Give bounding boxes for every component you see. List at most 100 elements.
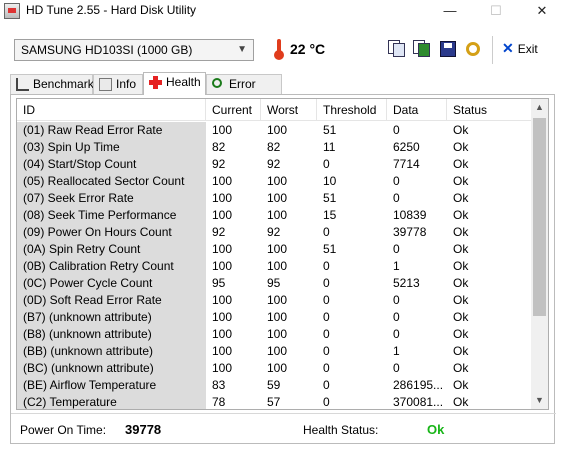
minimize-button[interactable]: — (427, 0, 473, 22)
cell-current: 100 (212, 327, 233, 341)
title-bar: HD Tune 2.55 - Hard Disk Utility — ☐ ✕ (0, 0, 565, 22)
options-icon[interactable] (464, 39, 484, 59)
table-row[interactable]: (09) Power On Hours Count 92 92 0 39778 Ok (17, 224, 533, 241)
column-header-current[interactable]: Current (206, 99, 261, 121)
cell-worst: 95 (267, 276, 281, 290)
vertical-scrollbar[interactable]: ▲ ▼ (531, 99, 548, 409)
save-icon[interactable] (438, 39, 458, 59)
cell-id: (BC) (unknown attribute) (17, 360, 206, 377)
tab-benchmark[interactable]: Benchmark (10, 74, 94, 94)
cell-threshold: 51 (323, 191, 337, 205)
copy-screenshot-icon[interactable] (412, 39, 432, 59)
tab-error-scan[interactable]: Error Scan (206, 74, 282, 109)
maximize-button: ☐ (490, 3, 502, 18)
cell-status: Ok (453, 276, 469, 290)
tab-info[interactable]: Info (93, 74, 143, 94)
cell-threshold: 51 (323, 242, 337, 256)
column-header-worst[interactable]: Worst (261, 99, 317, 121)
table-row[interactable]: (0B) Calibration Retry Count 100 100 0 1 Ok (17, 258, 533, 275)
cell-current: 100 (212, 293, 233, 307)
table-row[interactable]: (C2) Temperature 78 57 0 370081... Ok (17, 394, 533, 409)
cell-worst: 100 (267, 327, 288, 341)
table-row[interactable]: (05) Reallocated Sector Count 100 100 10 0 Ok (17, 173, 533, 190)
cell-status: Ok (453, 242, 469, 256)
cell-current: 100 (212, 361, 233, 375)
health-status-label: Health Status: (303, 423, 379, 437)
health-status-value: Ok (427, 422, 445, 437)
exit-button[interactable]: ✕ Exit (502, 40, 538, 57)
cell-worst: 100 (267, 174, 288, 188)
cell-data: 39778 (393, 225, 427, 239)
cell-current: 82 (212, 140, 226, 154)
cell-current: 92 (212, 157, 226, 171)
cell-worst: 92 (267, 157, 281, 171)
table-row[interactable]: (BB) (unknown attribute) 100 100 0 1 Ok (17, 343, 533, 360)
tab-health[interactable]: Health (143, 72, 206, 95)
scrollbar-thumb[interactable] (533, 118, 546, 316)
power-on-time-label: Power On Time: (20, 423, 107, 437)
cell-id: (04) Start/Stop Count (17, 156, 206, 173)
table-row[interactable]: (B8) (unknown attribute) 100 100 0 0 Ok (17, 326, 533, 343)
table-row[interactable]: (07) Seek Error Rate 100 100 51 0 Ok (17, 190, 533, 207)
cell-id: (0C) Power Cycle Count (17, 275, 206, 292)
cell-data: 6250 (393, 140, 420, 154)
table-row[interactable]: (08) Seek Time Performance 100 100 15 10839 O… (17, 207, 533, 224)
cell-current: 83 (212, 378, 226, 392)
table-row[interactable]: (0C) Power Cycle Count 95 95 0 5213 Ok (17, 275, 533, 292)
cell-worst: 92 (267, 225, 281, 239)
cell-worst: 57 (267, 395, 281, 409)
cell-id: (B8) (unknown attribute) (17, 326, 206, 343)
cell-current: 100 (212, 123, 233, 137)
table-row[interactable]: (B7) (unknown attribute) 100 100 0 0 Ok (17, 309, 533, 326)
health-panel: ID Current Worst Threshold Data Status (… (10, 94, 556, 444)
cell-id: (0B) Calibration Retry Count (17, 258, 206, 275)
copy-text-icon[interactable] (387, 39, 407, 59)
table-row[interactable]: (BE) Airflow Temperature 83 59 0 286195... Ok (17, 377, 533, 394)
table-row[interactable]: (03) Spin Up Time 82 82 11 6250 Ok (17, 139, 533, 156)
drive-select[interactable]: SAMSUNG HD103SI (1000 GB) ▼ (14, 39, 254, 61)
table-row[interactable]: (01) Raw Read Error Rate 100 100 51 0 Ok (17, 122, 533, 139)
scroll-down-icon[interactable]: ▼ (531, 392, 548, 409)
column-header-threshold[interactable]: Threshold (317, 99, 387, 121)
cell-data: 0 (393, 310, 400, 324)
benchmark-icon (16, 78, 29, 91)
toolbar-separator (492, 36, 493, 64)
cell-id: (0A) Spin Retry Count (17, 241, 206, 258)
cell-current: 100 (212, 242, 233, 256)
thermometer-icon (274, 39, 284, 60)
cell-id: (07) Seek Error Rate (17, 190, 206, 207)
error-scan-icon (212, 78, 222, 88)
cell-threshold: 0 (323, 310, 330, 324)
cell-threshold: 0 (323, 225, 330, 239)
table-row[interactable]: (0D) Soft Read Error Rate 100 100 0 0 Ok (17, 292, 533, 309)
cell-threshold: 0 (323, 378, 330, 392)
tab-health-label: Health (166, 75, 201, 89)
cell-id: (05) Reallocated Sector Count (17, 173, 206, 190)
cell-threshold: 15 (323, 208, 337, 222)
cell-data: 286195... (393, 378, 444, 392)
cell-status: Ok (453, 310, 469, 324)
column-header-id[interactable]: ID (17, 99, 206, 121)
cell-threshold: 0 (323, 259, 330, 273)
cell-data: 1 (393, 259, 400, 273)
cell-status: Ok (453, 225, 469, 239)
cell-data: 10839 (393, 208, 427, 222)
column-header-status[interactable]: Status (447, 99, 533, 121)
table-row[interactable]: (0A) Spin Retry Count 100 100 51 0 Ok (17, 241, 533, 258)
chevron-down-icon: ▼ (237, 44, 247, 55)
cell-data: 5213 (393, 276, 420, 290)
cell-id: (08) Seek Time Performance (17, 207, 206, 224)
scroll-up-icon[interactable]: ▲ (531, 99, 548, 116)
cell-status: Ok (453, 395, 469, 409)
cell-current: 100 (212, 344, 233, 358)
table-row[interactable]: (04) Start/Stop Count 92 92 0 7714 Ok (17, 156, 533, 173)
cell-data: 0 (393, 191, 400, 205)
close-button[interactable]: ✕ (519, 0, 565, 22)
table-row[interactable]: (BC) (unknown attribute) 100 100 0 0 Ok (17, 360, 533, 377)
column-header-data[interactable]: Data (387, 99, 447, 121)
cell-data: 0 (393, 327, 400, 341)
cell-worst: 100 (267, 361, 288, 375)
cell-data: 370081... (393, 395, 444, 409)
cell-id: (BE) Airflow Temperature (17, 377, 206, 394)
temperature-readout: 22 °C (290, 41, 326, 57)
